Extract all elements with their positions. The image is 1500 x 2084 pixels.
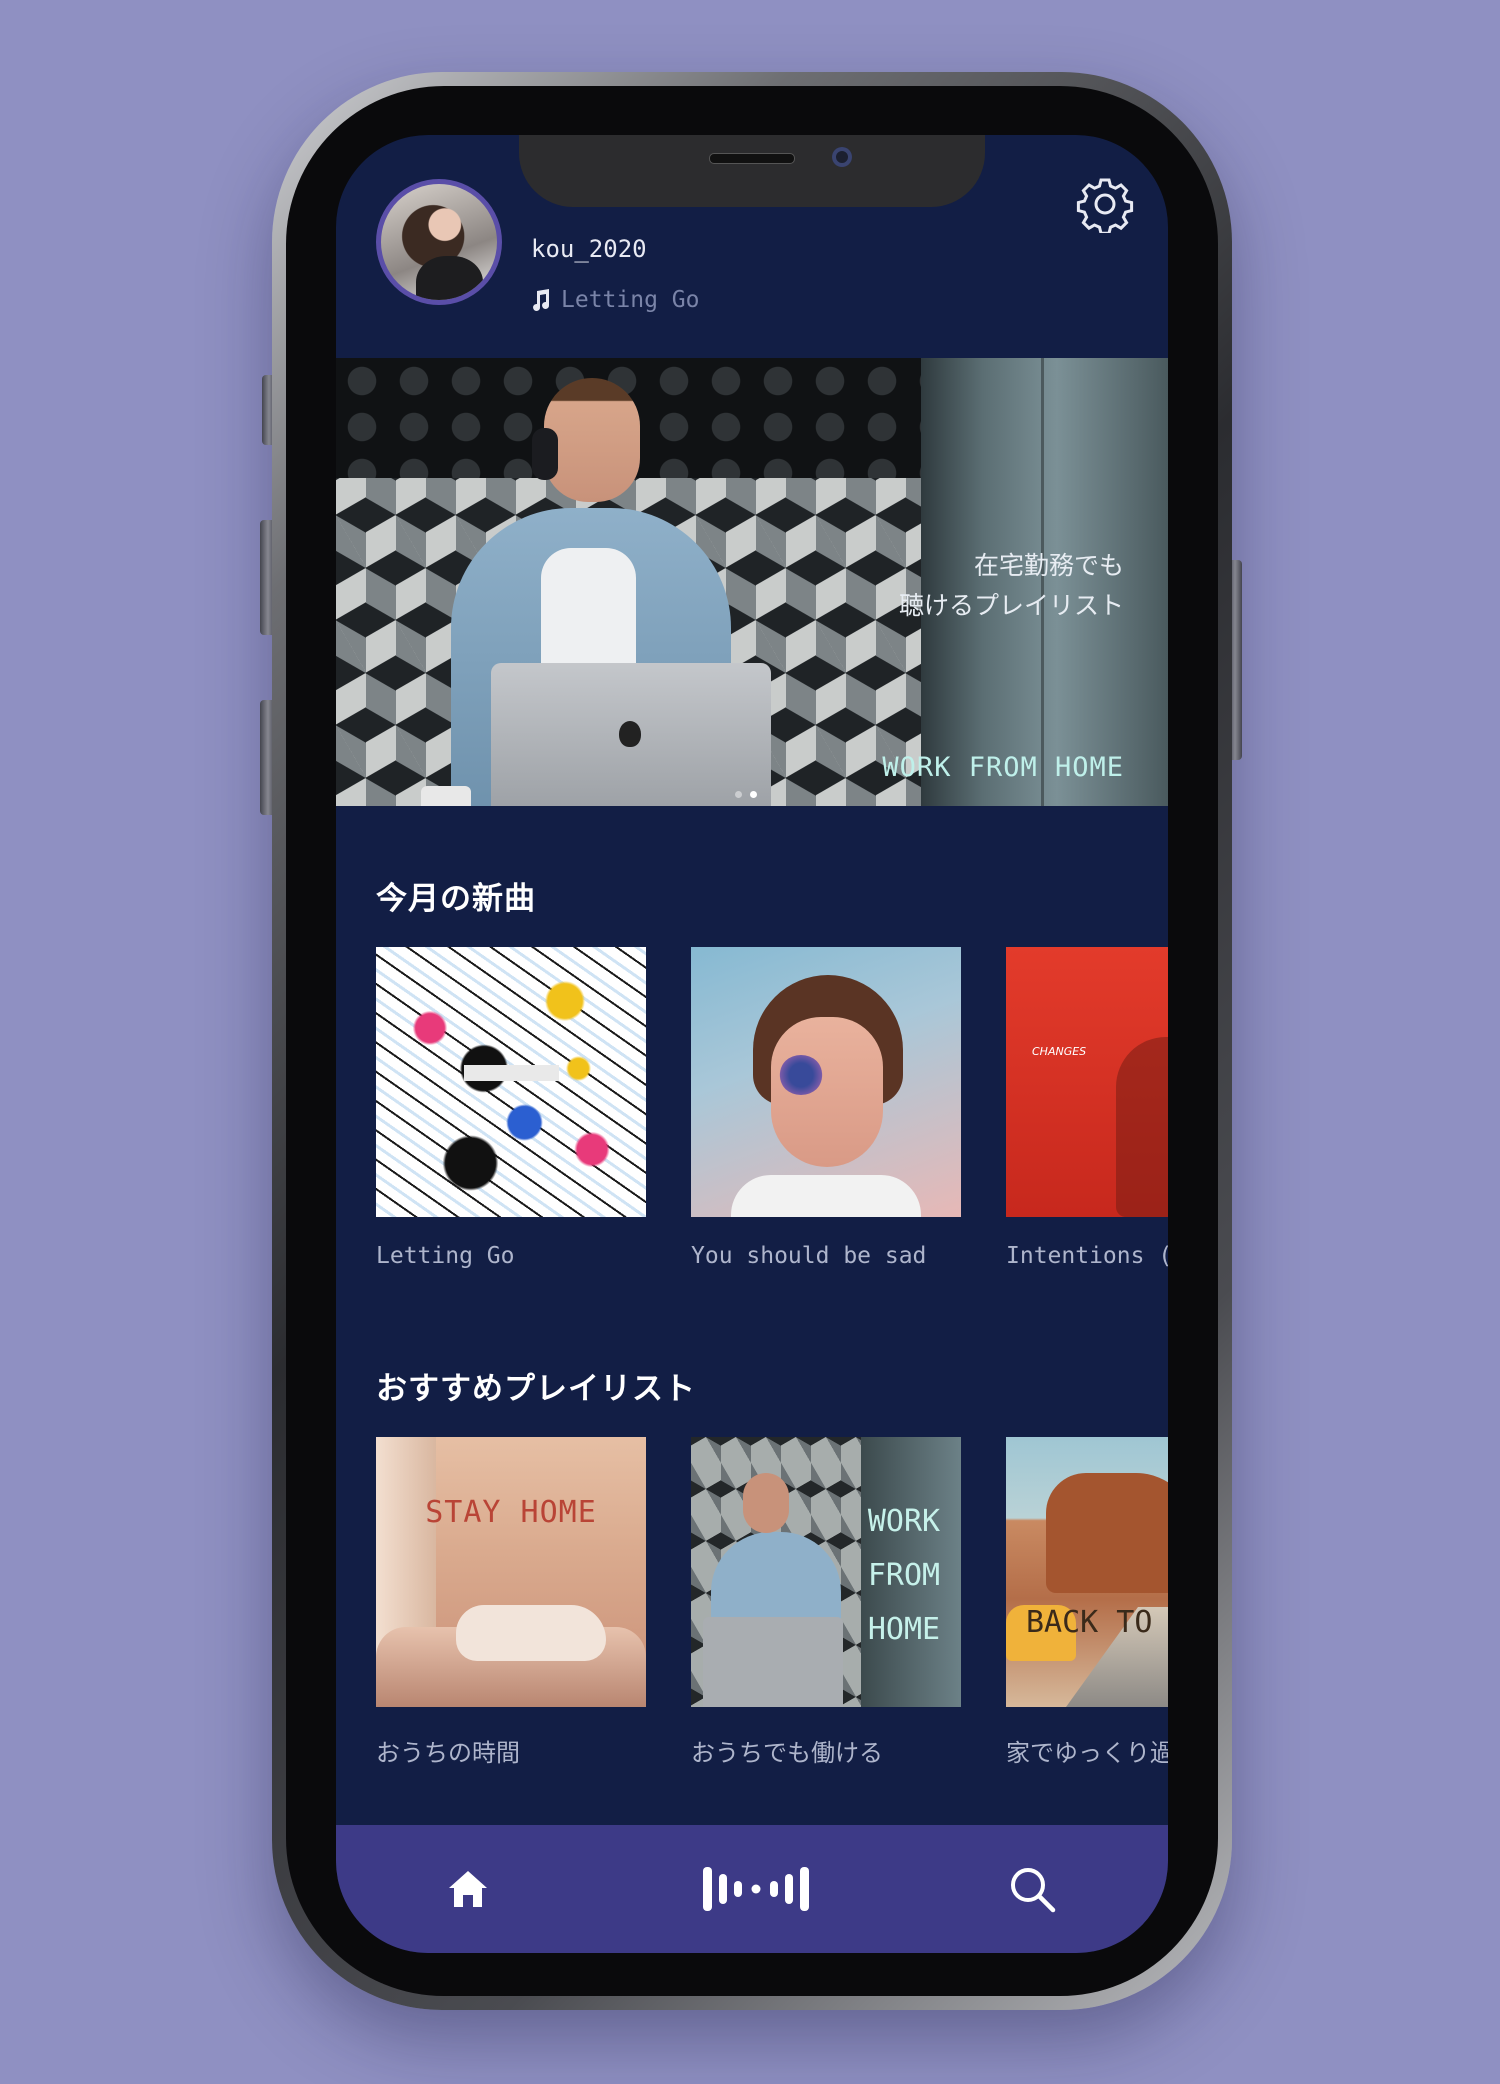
- carousel-dot[interactable]: [735, 791, 742, 798]
- art-rock: [1046, 1473, 1168, 1593]
- settings-button[interactable]: [1076, 175, 1134, 235]
- album-art: CHANGES: [1006, 947, 1168, 1217]
- coffee-cup: [421, 786, 471, 806]
- art-eye-paint: [779, 1055, 823, 1095]
- playlist-card[interactable]: WORK FROM HOME おうちでも働ける: [691, 1437, 961, 1768]
- playlist-art-text: WORK FROM HOME: [867, 1504, 941, 1647]
- album-art: [376, 947, 646, 1217]
- tab-home[interactable]: [438, 1859, 498, 1919]
- art-shirt: [731, 1175, 921, 1217]
- now-playing[interactable]: Letting Go: [531, 287, 699, 313]
- search-icon: [1011, 1868, 1056, 1913]
- banner-person-head: [544, 378, 640, 502]
- playlist-title: 家でゆっくり過: [1006, 1739, 1168, 1767]
- section-title-playlists: おすすめプレイリスト: [376, 1371, 696, 1407]
- banner-subtitle: 在宅勤務でも 聴けるプレイリスト: [898, 551, 1124, 620]
- art-face: [771, 1017, 883, 1167]
- album-art-title: CHANGES: [1032, 1045, 1087, 1058]
- tab-bar: [336, 1825, 1168, 1953]
- tab-player[interactable]: [701, 1859, 811, 1919]
- avatar-shirt: [415, 255, 484, 300]
- gear-icon: [1076, 178, 1134, 235]
- audio-wave-icon: [703, 1867, 809, 1911]
- song-card[interactable]: Letting Go: [376, 947, 646, 1269]
- carousel-dot-active[interactable]: [750, 791, 757, 798]
- carousel-indicator[interactable]: [735, 791, 757, 798]
- album-art: [691, 947, 961, 1217]
- playlist-card[interactable]: STAY HOME おうちの時間: [376, 1437, 646, 1768]
- song-title: You should be sad: [691, 1243, 927, 1269]
- now-playing-title: Letting Go: [561, 287, 700, 313]
- laptop: [491, 663, 771, 806]
- section-title-new-songs: 今月の新曲: [376, 881, 536, 917]
- playlist-art: WORK FROM HOME: [691, 1437, 961, 1707]
- playlist-art: STAY HOME: [376, 1437, 646, 1707]
- song-title: Intentions (f: [1006, 1243, 1168, 1269]
- username: kou_2020: [531, 235, 647, 263]
- playlist-art-text: BACK TO: [1026, 1605, 1153, 1640]
- art-figure: [1116, 1037, 1168, 1217]
- banner-background-hex: [336, 358, 956, 478]
- tab-search[interactable]: [1002, 1859, 1062, 1919]
- song-title: Letting Go: [376, 1243, 515, 1269]
- avatar[interactable]: [376, 179, 502, 305]
- featured-banner[interactable]: 在宅勤務でも 聴けるプレイリスト WORK FROM HOME: [336, 358, 1168, 806]
- playlist-art-text: STAY HOME: [425, 1495, 597, 1530]
- earpiece-speaker: [709, 153, 795, 164]
- art-cat: [456, 1605, 606, 1661]
- album-art-tag: [464, 1065, 559, 1081]
- song-card[interactable]: CHANGES Intentions (f: [1006, 947, 1168, 1269]
- headphones: [532, 428, 558, 480]
- playlist-title: おうちでも働ける: [691, 1739, 883, 1767]
- apple-logo-icon: [619, 721, 641, 747]
- banner-title: WORK FROM HOME: [882, 752, 1124, 783]
- home-icon: [449, 1871, 487, 1907]
- new-songs-row[interactable]: Letting Go You should be sad CHANGES Int…: [376, 947, 1168, 1277]
- art-person-head: [743, 1473, 789, 1533]
- playlist-title: おうちの時間: [376, 1739, 520, 1767]
- song-card[interactable]: You should be sad: [691, 947, 961, 1269]
- app-screen: kou_2020 Letting Go 在宅勤務でも 聴けるプレイリスト WOR…: [336, 135, 1168, 1953]
- playlist-card[interactable]: BACK TO 家でゆっくり過: [1006, 1437, 1168, 1768]
- notch: [519, 135, 985, 207]
- art-laptop: [703, 1617, 843, 1707]
- playlist-art: BACK TO: [1006, 1437, 1168, 1707]
- front-camera: [832, 147, 852, 167]
- playlists-row[interactable]: STAY HOME おうちの時間 WORK FROM HOME おうちでも働ける…: [376, 1437, 1168, 1767]
- music-note-icon: [533, 289, 550, 311]
